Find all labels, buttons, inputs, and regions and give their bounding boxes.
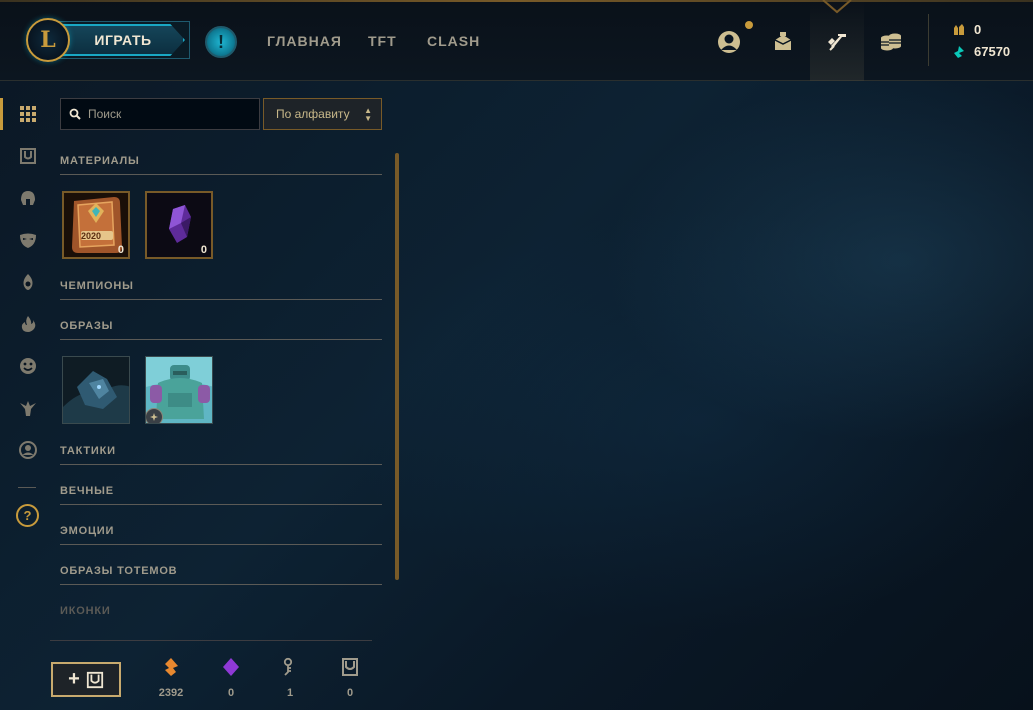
search-icon [69,108,81,120]
section-eternals[interactable]: ВЕЧНЫЕ [60,485,382,505]
sort-dropdown[interactable]: По алфавиту ▲ ▼ [263,98,382,130]
sort-label: По алфавиту [276,107,350,121]
mythic-essence-counter: 0 [206,657,256,699]
mythic-essence-icon [223,658,239,676]
skin-thumbnail-dark [63,357,129,423]
key-counter: 1 [265,657,315,699]
play-button[interactable]: ИГРАТЬ [50,21,190,59]
nav-clash[interactable]: CLASH [427,33,480,49]
rail-separator [18,487,36,488]
grid-icon[interactable] [16,102,40,126]
search-input[interactable] [88,107,248,121]
nav-tft[interactable]: TFT [368,33,397,49]
rail-active-indicator [0,98,3,130]
section-emotes[interactable]: ЭМОЦИИ [60,525,382,545]
rp-icon [954,23,964,35]
orange-essence-counter: 2392 [146,657,196,699]
key-icon [283,657,293,676]
rp-value: 0 [974,22,982,37]
chroma-badge-icon [146,408,163,423]
skin-tile-dark[interactable] [62,356,130,424]
league-logo-icon[interactable]: L [26,18,70,62]
section-ward-skins[interactable]: ОБРАЗЫ ТОТЕМОВ [60,565,382,585]
search-box [60,98,260,130]
store-icon[interactable] [877,28,905,56]
list-divider [50,640,372,641]
material-tile-event-pass[interactable]: 2020 0 [62,191,130,259]
mask-icon[interactable] [16,228,40,252]
section-champions[interactable]: ЧЕМПИОНЫ [60,280,382,300]
section-tactics[interactable]: ТАКТИКИ [60,445,382,465]
blue-essence-icon [954,45,964,58]
riot-points[interactable]: 0 [952,22,981,37]
blue-essence[interactable]: 67570 [952,44,1010,59]
material-count: 0 [200,244,207,256]
chest-icon [342,658,358,676]
active-tab-chevron-icon [822,0,852,14]
section-icons[interactable]: ИКОНКИ [60,605,382,625]
header-divider [928,14,929,66]
nav-home[interactable]: ГЛАВНАЯ [267,33,342,49]
fire-icon[interactable] [16,312,40,336]
crafting-icon[interactable] [823,28,851,56]
skin-tile-armored[interactable] [145,356,213,424]
orange-essence-icon [165,658,178,676]
event-pass-year: 2020 [81,231,102,241]
material-count: 0 [117,244,124,256]
profile-icon[interactable] [715,28,743,56]
alert-button[interactable]: ! [205,26,237,58]
chest-icon[interactable] [16,144,40,168]
chest-icon [86,671,103,688]
totem-icon[interactable] [16,396,40,420]
notification-dot [745,21,753,29]
collection-icon[interactable] [769,28,797,56]
play-button-label: ИГРАТЬ [94,32,152,48]
ward-icon[interactable] [16,270,40,294]
emote-icon[interactable] [16,354,40,378]
sort-arrows-icon: ▲ ▼ [364,106,372,123]
material-tile-gemstone[interactable]: 0 [145,191,213,259]
chest-counter: 0 [325,657,375,699]
top-navigation-bar: ИГРАТЬ L ! ГЛАВНАЯ TFT CLASH 0 67570 [0,0,1033,81]
profile-circle-icon[interactable] [16,438,40,462]
add-chest-button[interactable]: + [51,662,121,697]
help-button[interactable]: ? [16,504,39,527]
section-materials[interactable]: МАТЕРИАЛЫ [60,155,382,175]
inventory-scrollbar[interactable] [395,153,399,580]
helmet-icon[interactable] [16,186,40,210]
be-value: 67570 [974,44,1011,59]
section-skins[interactable]: ОБРАЗЫ [60,320,382,340]
